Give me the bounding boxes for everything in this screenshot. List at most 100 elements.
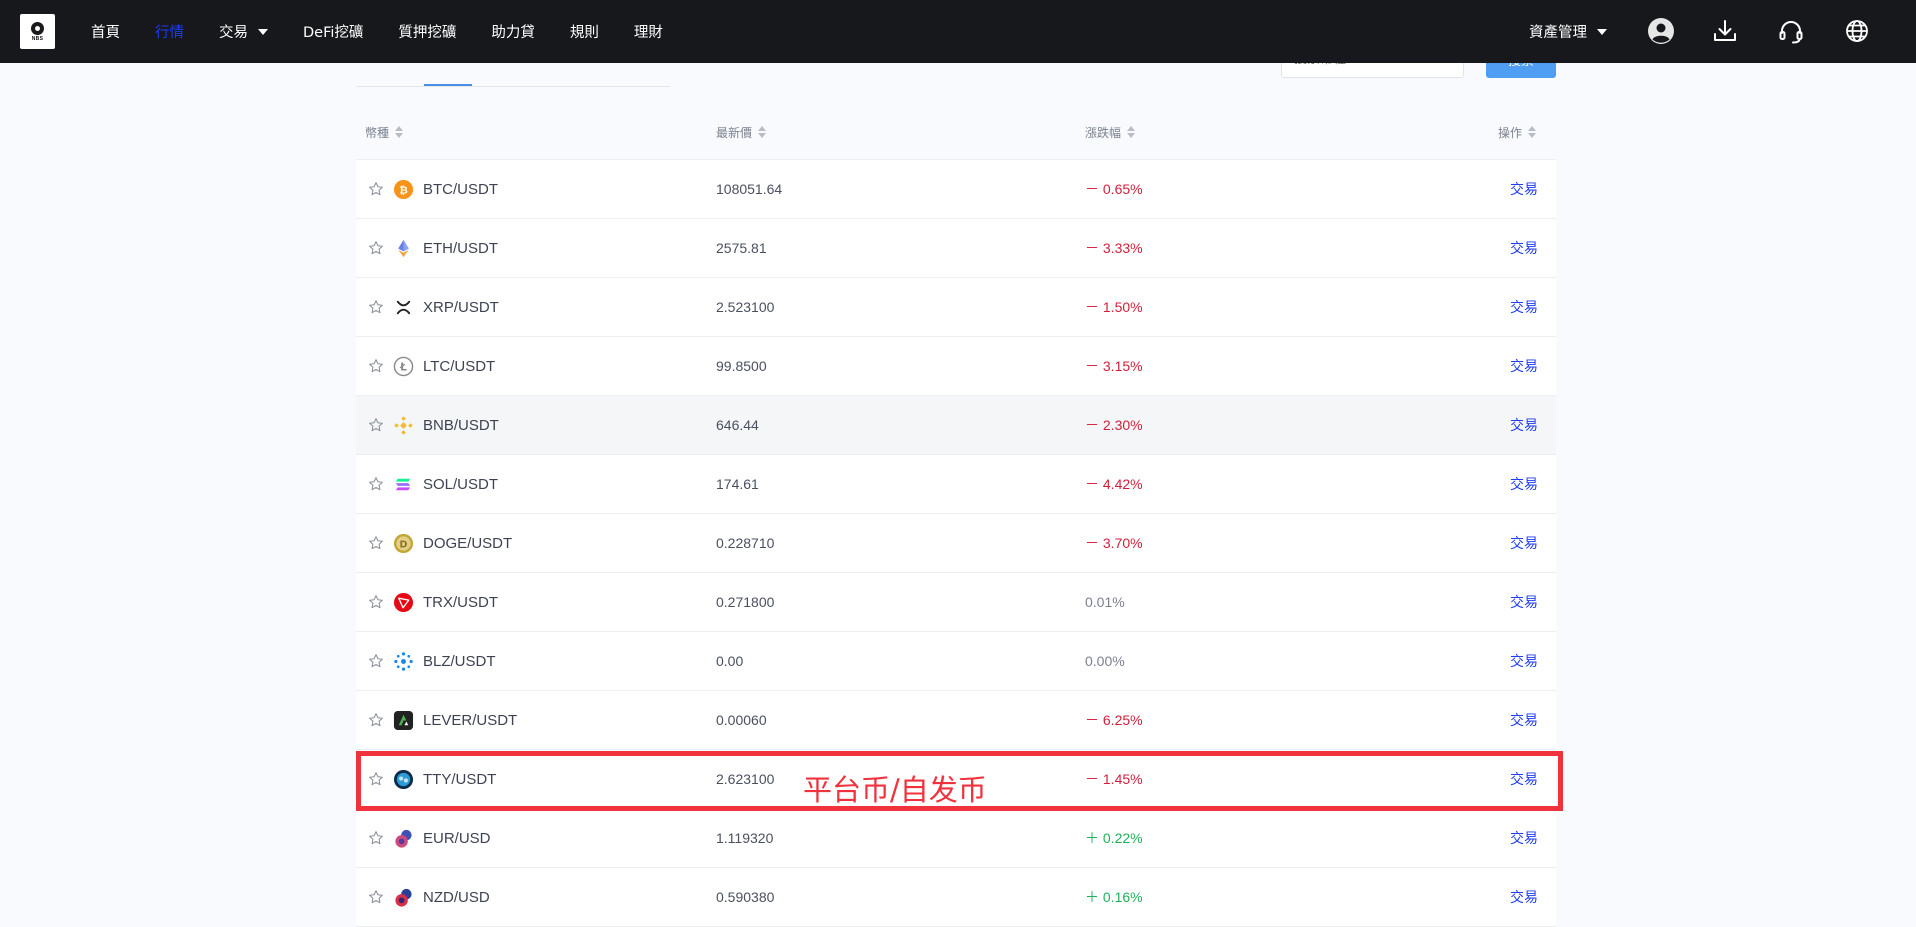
- favorite-star-icon[interactable]: [367, 691, 384, 749]
- favorite-star-icon[interactable]: [367, 278, 384, 336]
- favorite-star-icon[interactable]: [367, 809, 384, 867]
- table-row[interactable]: SOL/USDT 174.61 － 4.42% 交易: [356, 455, 1556, 514]
- column-header-change[interactable]: 漲跌幅: [1085, 105, 1136, 159]
- asset-management-label: 資產管理: [1529, 25, 1587, 41]
- favorite-star-icon[interactable]: [367, 573, 384, 631]
- bnb-icon: [393, 396, 415, 454]
- nav-finance[interactable]: 理財: [634, 21, 663, 42]
- table-row[interactable]: Ł LTC/USDT 99.8500 － 3.15% 交易: [356, 337, 1556, 396]
- price-change: ＋ 0.22%: [1085, 830, 1143, 846]
- sort-icon: [395, 126, 404, 138]
- favorite-star-icon[interactable]: [367, 219, 384, 277]
- nav-staking-mining[interactable]: 質押挖礦: [398, 21, 456, 42]
- table-row[interactable]: ETH/USDT 2575.81 － 3.33% 交易: [356, 219, 1556, 278]
- main-nav: 首頁 行情 交易 DeFi挖礦 質押挖礦 助力貸 規則 理財: [91, 0, 698, 63]
- nav-defi-mining[interactable]: DeFi挖礦: [303, 21, 363, 42]
- price-change: － 3.70%: [1085, 535, 1143, 551]
- eth-icon: [393, 219, 415, 277]
- table-row[interactable]: D DOGE/USDT 0.228710 － 3.70% 交易: [356, 514, 1556, 573]
- asset-management-menu[interactable]: 資產管理: [1529, 0, 1607, 63]
- price-change: － 6.25%: [1085, 712, 1143, 728]
- table-row[interactable]: XRP/USDT 2.523100 － 1.50% 交易: [356, 278, 1556, 337]
- logo-mark: [31, 22, 44, 35]
- table-row[interactable]: BNB/USDT 646.44 － 2.30% 交易: [356, 396, 1556, 455]
- price-change: ＋ 0.16%: [1085, 889, 1143, 905]
- table-row[interactable]: NZD/USD 0.590380 ＋ 0.16% 交易: [356, 868, 1556, 927]
- sort-icon: [1528, 126, 1537, 138]
- nav-market[interactable]: 行情: [155, 21, 184, 42]
- market-tab-active-indicator: [424, 84, 472, 86]
- table-row[interactable]: LEVER/USDT 0.00060 － 6.25% 交易: [356, 691, 1556, 750]
- table-row[interactable]: EUR/USD 1.119320 ＋ 0.22% 交易: [356, 809, 1556, 868]
- latest-price: 1.119320: [716, 830, 774, 846]
- favorite-star-icon[interactable]: [367, 396, 384, 454]
- price-change: － 2.30%: [1085, 417, 1143, 433]
- eur-icon: [393, 809, 415, 867]
- favorite-star-icon[interactable]: [367, 868, 384, 926]
- top-navbar: NBS 首頁 行情 交易 DeFi挖礦 質押挖礦 助力貸 規則 理財 資產管理: [0, 0, 1916, 63]
- price-change: － 1.50%: [1085, 299, 1143, 315]
- trade-link[interactable]: 交易: [1506, 514, 1542, 572]
- blz-icon: [393, 632, 415, 690]
- brand-logo[interactable]: NBS: [20, 14, 55, 49]
- table-row[interactable]: BLZ/USDT 0.00 0.00% 交易: [356, 632, 1556, 691]
- headset-icon[interactable]: [1777, 17, 1805, 45]
- pair-name: TRX/USDT: [423, 593, 498, 611]
- trade-link[interactable]: 交易: [1506, 219, 1542, 277]
- column-header-coin[interactable]: 幣種: [365, 105, 404, 159]
- market-tabs-divider: [356, 86, 670, 87]
- latest-price: 646.44: [716, 417, 759, 433]
- latest-price: 108051.64: [716, 181, 783, 197]
- chevron-down-icon: [258, 28, 268, 35]
- table-row[interactable]: ₿ BTC/USDT 108051.64 － 0.65% 交易: [356, 160, 1556, 219]
- svg-text:₿: ₿: [399, 184, 408, 196]
- table-body: ₿ BTC/USDT 108051.64 － 0.65% 交易 ETH/USDT…: [356, 160, 1556, 927]
- pair-name: EUR/USD: [423, 829, 491, 847]
- favorite-star-icon[interactable]: [367, 750, 384, 808]
- trade-link[interactable]: 交易: [1506, 632, 1542, 690]
- nav-trade[interactable]: 交易: [219, 21, 268, 42]
- pair-name: ETH/USDT: [423, 239, 498, 257]
- pair-name: SOL/USDT: [423, 475, 499, 493]
- trade-link[interactable]: 交易: [1506, 278, 1542, 336]
- trade-link[interactable]: 交易: [1506, 396, 1542, 454]
- column-header-action[interactable]: 操作: [1498, 105, 1537, 159]
- price-change: － 1.45%: [1085, 771, 1143, 787]
- price-change: 0.00%: [1085, 653, 1125, 669]
- table-row[interactable]: TRX/USDT 0.271800 0.01% 交易: [356, 573, 1556, 632]
- favorite-star-icon[interactable]: [367, 632, 384, 690]
- price-change: － 0.65%: [1085, 181, 1143, 197]
- trade-link[interactable]: 交易: [1506, 868, 1542, 926]
- latest-price: 2575.81: [716, 240, 767, 256]
- favorite-star-icon[interactable]: [367, 337, 384, 395]
- latest-price: 2.523100: [716, 299, 775, 315]
- table-header: 幣種 最新價 漲跌幅 操作: [356, 105, 1556, 160]
- annotation-label: 平台币/自发币: [803, 773, 987, 807]
- trade-link[interactable]: 交易: [1506, 809, 1542, 867]
- ltc-icon: Ł: [393, 337, 415, 395]
- trade-link[interactable]: 交易: [1506, 455, 1542, 513]
- nav-rules[interactable]: 規則: [570, 21, 599, 42]
- download-icon[interactable]: [1711, 17, 1739, 45]
- pair-name: TTY/USDT: [423, 770, 497, 788]
- trade-link[interactable]: 交易: [1506, 750, 1542, 808]
- pair-name: LTC/USDT: [423, 357, 496, 375]
- favorite-star-icon[interactable]: [367, 514, 384, 572]
- favorite-star-icon[interactable]: [367, 160, 384, 218]
- trade-link[interactable]: 交易: [1506, 160, 1542, 218]
- trade-link[interactable]: 交易: [1506, 573, 1542, 631]
- nav-home[interactable]: 首頁: [91, 21, 120, 42]
- svg-text:D: D: [400, 539, 408, 550]
- user-icon[interactable]: [1647, 17, 1675, 45]
- globe-icon[interactable]: [1843, 17, 1871, 45]
- trade-link[interactable]: 交易: [1506, 337, 1542, 395]
- logo-text: NBS: [31, 36, 44, 42]
- favorite-star-icon[interactable]: [367, 455, 384, 513]
- nav-assisted-loan[interactable]: 助力貸: [491, 21, 535, 42]
- pair-name: BLZ/USDT: [423, 652, 496, 670]
- doge-icon: D: [393, 514, 415, 572]
- latest-price: 0.590380: [716, 889, 775, 905]
- price-change: 0.01%: [1085, 594, 1125, 610]
- column-header-price[interactable]: 最新價: [716, 105, 767, 159]
- trade-link[interactable]: 交易: [1506, 691, 1542, 749]
